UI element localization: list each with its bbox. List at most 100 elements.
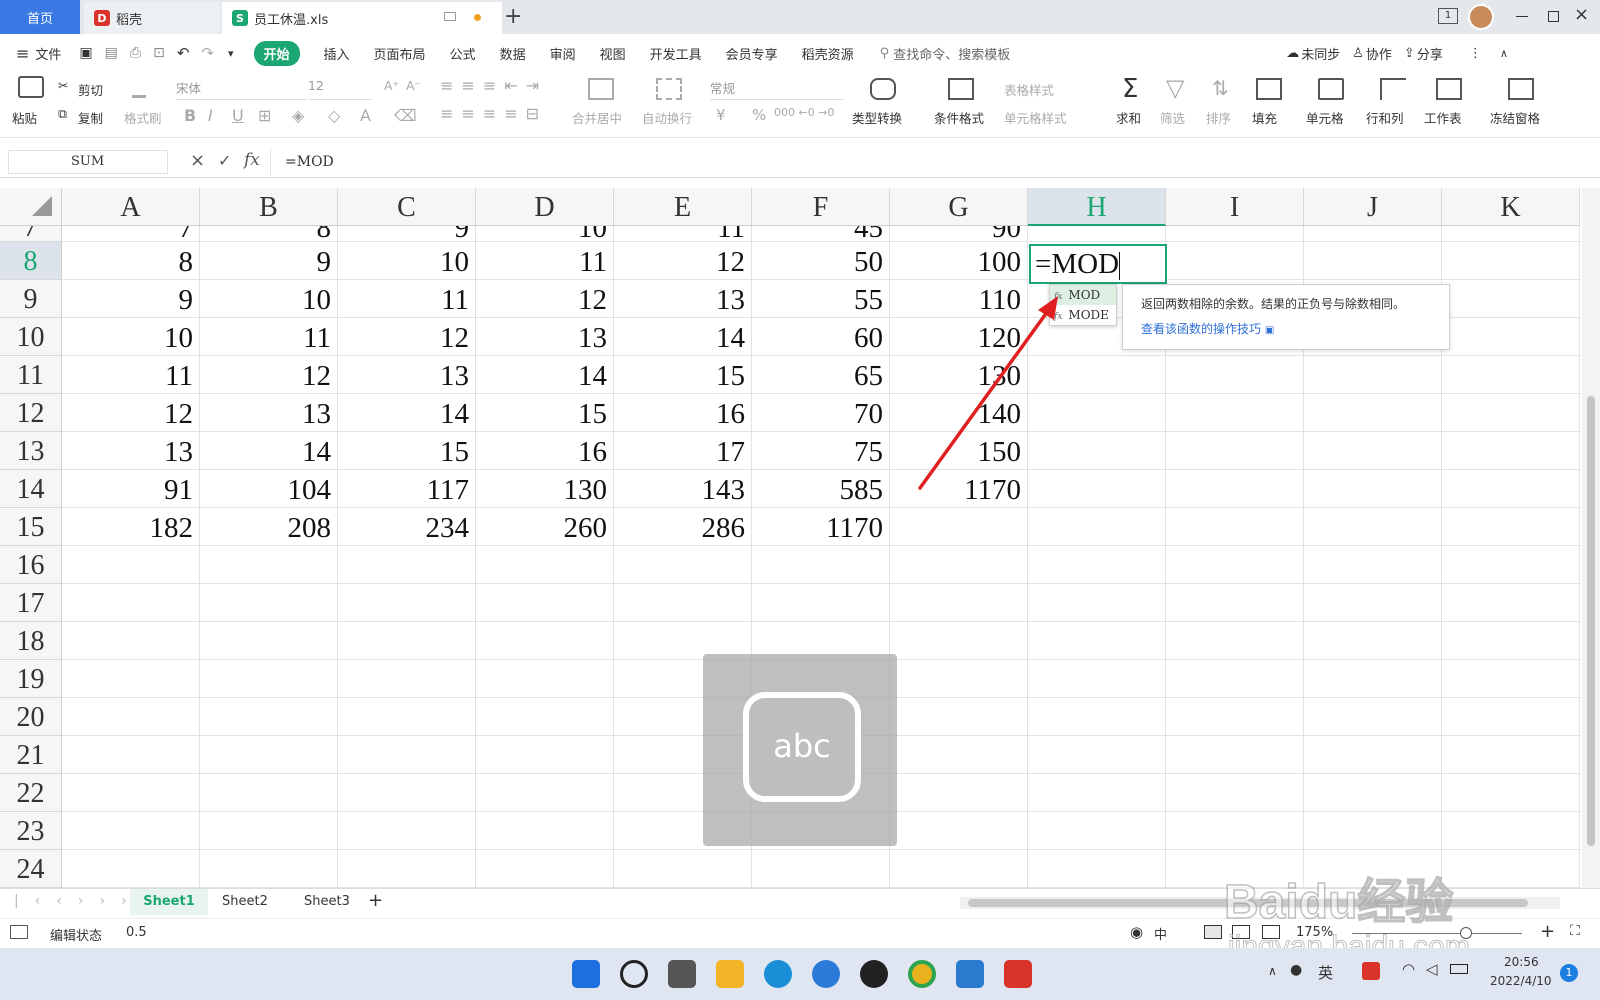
cell-j19[interactable] [1304, 660, 1442, 698]
cell-d8[interactable]: 11 [476, 242, 614, 280]
battery-icon[interactable] [1450, 964, 1468, 974]
cell-f24[interactable] [752, 850, 890, 888]
cell-e17[interactable] [614, 584, 752, 622]
cell-a12[interactable]: 12 [62, 394, 200, 432]
chrome-icon[interactable] [908, 960, 936, 988]
cell-e24[interactable] [614, 850, 752, 888]
cell-g19[interactable] [890, 660, 1028, 698]
cell-j23[interactable] [1304, 812, 1442, 850]
cell-g24[interactable] [890, 850, 1028, 888]
confirm-formula-button[interactable]: ✓ [218, 151, 231, 170]
row-header-14[interactable]: 14 [0, 470, 62, 508]
merge-center-button[interactable]: 合并居中 [572, 108, 622, 127]
cell-i12[interactable] [1166, 394, 1304, 432]
cell-c16[interactable] [338, 546, 476, 584]
cell-a20[interactable] [62, 698, 200, 736]
bold-button[interactable]: B [184, 106, 196, 125]
cell-a17[interactable] [62, 584, 200, 622]
column-header-f[interactable]: F [752, 188, 890, 226]
cell-k12[interactable] [1442, 394, 1580, 432]
worksheet-icon[interactable] [1436, 78, 1462, 100]
share-button[interactable]: 分享 [1417, 44, 1443, 63]
cell-f11[interactable]: 65 [752, 356, 890, 394]
cell-c14[interactable]: 117 [338, 470, 476, 508]
cell-k23[interactable] [1442, 812, 1580, 850]
cell-i18[interactable] [1166, 622, 1304, 660]
sync-status[interactable]: 未同步 [1301, 44, 1340, 63]
cell-d9[interactable]: 12 [476, 280, 614, 318]
cell-b14[interactable]: 104 [200, 470, 338, 508]
cell-k13[interactable] [1442, 432, 1580, 470]
cell-h16[interactable] [1028, 546, 1166, 584]
row-header-23[interactable]: 23 [0, 812, 62, 850]
cell-a7[interactable]: 7 [62, 226, 200, 242]
cell-f16[interactable] [752, 546, 890, 584]
cell-k8[interactable] [1442, 242, 1580, 280]
cell-e15[interactable]: 286 [614, 508, 752, 546]
wps-icon[interactable] [1004, 960, 1032, 988]
collapse-ribbon-icon[interactable]: ∧ [1500, 47, 1508, 60]
cell-f7[interactable]: 45 [752, 226, 890, 242]
cell-f17[interactable] [752, 584, 890, 622]
column-header-g[interactable]: G [890, 188, 1028, 226]
cell-h19[interactable] [1028, 660, 1166, 698]
cell-d17[interactable] [476, 584, 614, 622]
cell-d12[interactable]: 15 [476, 394, 614, 432]
cell-g8[interactable]: 100 [890, 242, 1028, 280]
cell-c11[interactable]: 13 [338, 356, 476, 394]
cell-i23[interactable] [1166, 812, 1304, 850]
cell-d24[interactable] [476, 850, 614, 888]
menu-tab-page-layout[interactable]: 页面布局 [374, 44, 426, 63]
avatar[interactable] [1468, 4, 1494, 30]
font-name-select[interactable]: 宋体 [176, 78, 306, 100]
restore-icon[interactable] [1548, 11, 1559, 22]
cell-e9[interactable]: 13 [614, 280, 752, 318]
clear-format-icon[interactable]: ⌫ [394, 106, 417, 125]
type-convert-icon[interactable] [870, 78, 896, 100]
menu-file[interactable]: 文件 [35, 44, 61, 63]
decimal-buttons-icon[interactable]: 000 ←0 →0 [774, 106, 834, 119]
format-painter-icon[interactable] [132, 76, 146, 98]
wrap-text-button[interactable]: 自动换行 [642, 108, 692, 127]
cell-b11[interactable]: 12 [200, 356, 338, 394]
row-header-8[interactable]: 8 [0, 242, 62, 280]
cell-i17[interactable] [1166, 584, 1304, 622]
redo-icon[interactable]: ↷ [201, 44, 214, 62]
filter-button[interactable]: 筛选 [1160, 108, 1185, 127]
menu-tab-member[interactable]: 会员专享 [726, 44, 778, 63]
print-icon[interactable]: ⎙ [130, 45, 141, 61]
monitor-icon[interactable] [444, 12, 456, 21]
freeze-pane-button[interactable]: 冻结窗格 [1490, 108, 1540, 127]
cell-j14[interactable] [1304, 470, 1442, 508]
cell-g17[interactable] [890, 584, 1028, 622]
cell-d13[interactable]: 16 [476, 432, 614, 470]
row-header-10[interactable]: 10 [0, 318, 62, 356]
cell-k11[interactable] [1442, 356, 1580, 394]
file-explorer-icon[interactable] [716, 960, 744, 988]
copy-button[interactable]: 复制 [78, 108, 103, 127]
select-all-corner[interactable] [0, 188, 62, 226]
cell-k15[interactable] [1442, 508, 1580, 546]
cell-c17[interactable] [338, 584, 476, 622]
column-header-b[interactable]: B [200, 188, 338, 226]
column-header-c[interactable]: C [338, 188, 476, 226]
window-count-badge[interactable]: 1 [1438, 8, 1458, 24]
search-taskbar-icon[interactable] [620, 960, 648, 988]
cell-f14[interactable]: 585 [752, 470, 890, 508]
cell-g23[interactable] [890, 812, 1028, 850]
fill-color-icon[interactable]: ◈ [292, 106, 304, 125]
italic-button[interactable]: I [208, 106, 213, 125]
fill-button[interactable]: 填充 [1252, 108, 1277, 127]
cell-a13[interactable]: 13 [62, 432, 200, 470]
cell-k16[interactable] [1442, 546, 1580, 584]
menu-tab-data[interactable]: 数据 [500, 44, 526, 63]
zoom-in-button[interactable]: + [1540, 921, 1555, 942]
cell-k14[interactable] [1442, 470, 1580, 508]
number-format-select[interactable]: 常规 [710, 78, 844, 100]
cell-g18[interactable] [890, 622, 1028, 660]
cell-e8[interactable]: 12 [614, 242, 752, 280]
close-window-icon[interactable]: × [1574, 4, 1589, 25]
cell-i13[interactable] [1166, 432, 1304, 470]
cell-b24[interactable] [200, 850, 338, 888]
sheet-tab-1[interactable]: Sheet1 [130, 889, 208, 915]
